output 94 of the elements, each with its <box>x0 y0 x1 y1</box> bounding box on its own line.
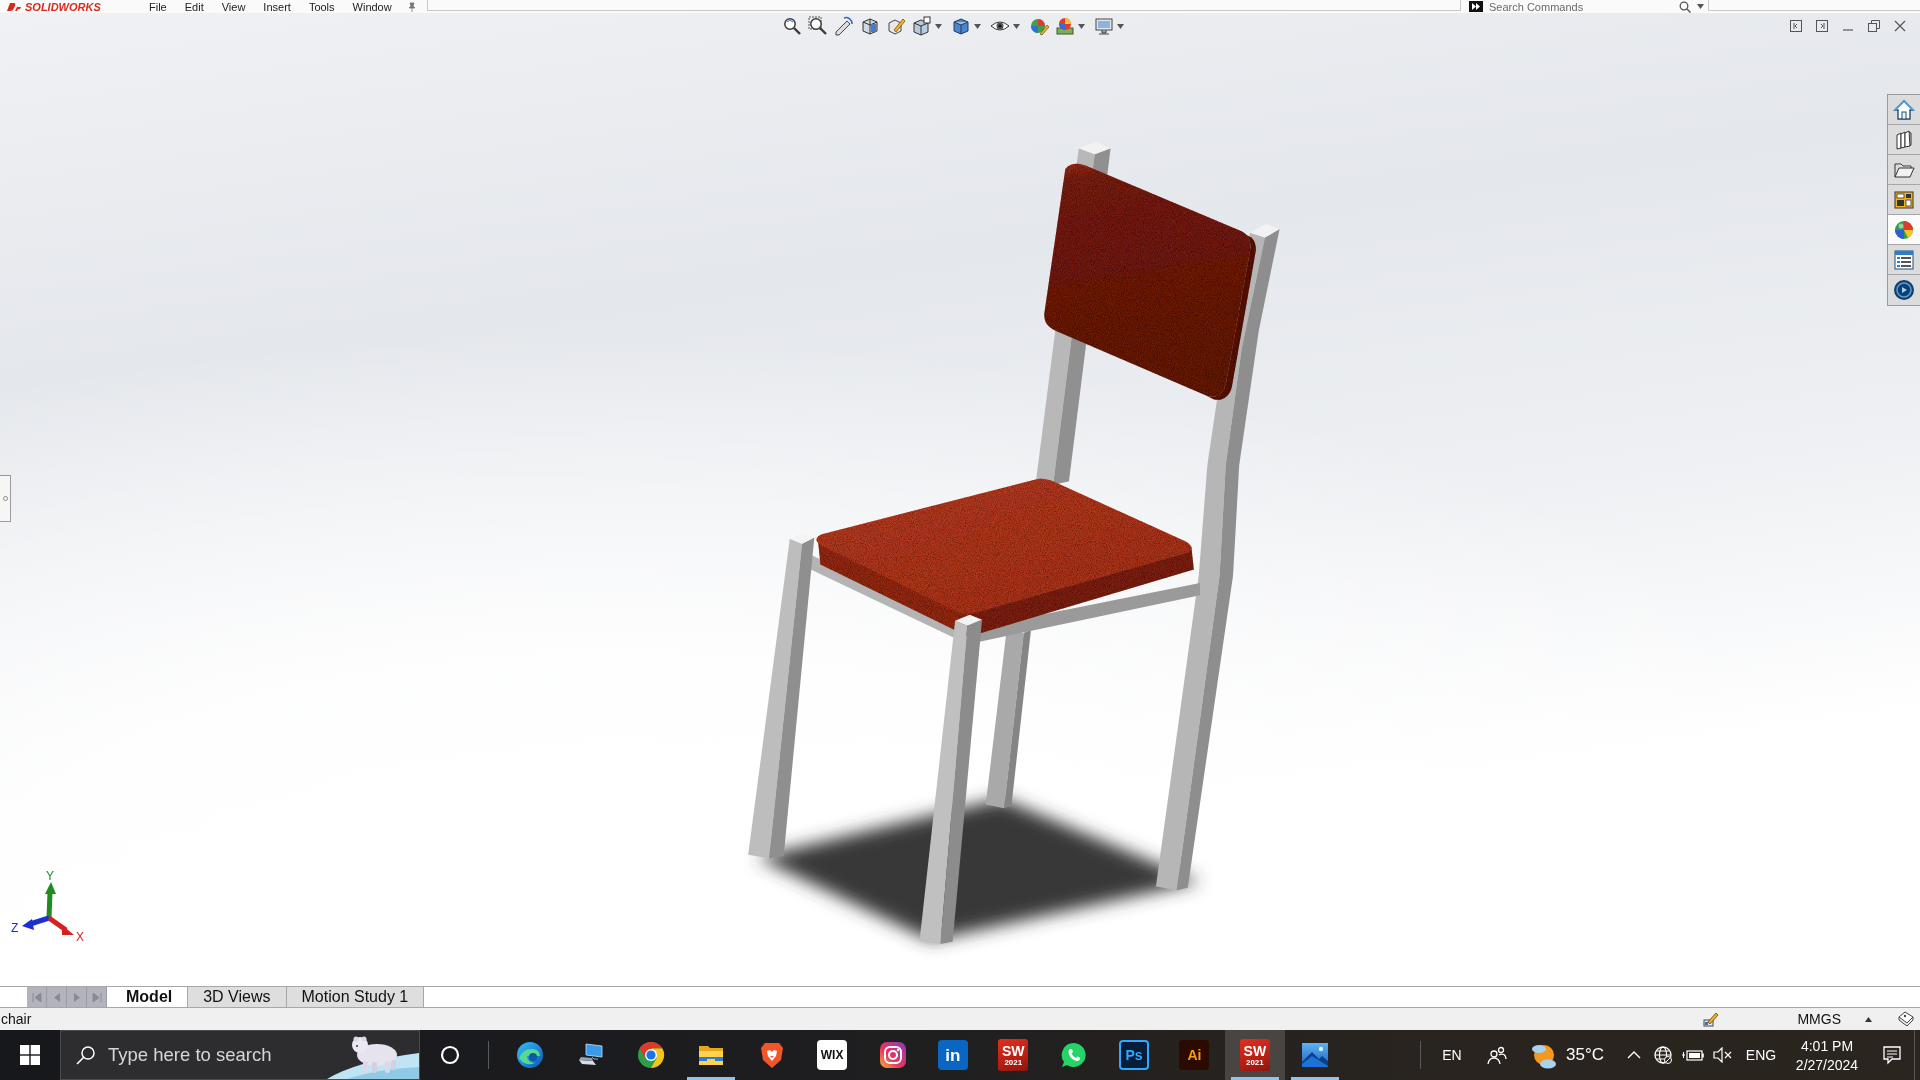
panel-left-icon[interactable] <box>1788 18 1804 34</box>
task-pane-tab[interactable] <box>1888 185 1920 215</box>
battery-icon <box>1682 1048 1704 1062</box>
taskbar-search-field[interactable]: Type here to search <box>60 1030 420 1080</box>
cube-icon[interactable] <box>951 16 971 36</box>
caret-up-icon[interactable] <box>1865 1016 1872 1022</box>
windows-logo-icon <box>20 1045 40 1065</box>
taskbar-app-button[interactable]: Ps <box>1103 1030 1165 1080</box>
magnifier-icon[interactable] <box>782 16 802 36</box>
task-pane-tab[interactable] <box>1888 245 1920 275</box>
taskbar-app-button[interactable]: SW 2021 <box>983 1030 1044 1080</box>
taskbar-app-button[interactable]: Ai <box>1164 1030 1225 1080</box>
people-icon <box>1487 1045 1507 1065</box>
caret-down-icon[interactable] <box>1697 4 1704 9</box>
message-icon <box>1882 1045 1902 1065</box>
color-ball-icon <box>1893 218 1915 241</box>
segmented-circle-icon <box>635 1040 666 1070</box>
logo-text: SW <box>1002 1043 1025 1058</box>
document-name: chair <box>0 1011 32 1027</box>
task-pane-tab[interactable] <box>1888 215 1920 245</box>
menu-item[interactable]: File <box>140 0 176 13</box>
caret-down-icon[interactable] <box>1013 23 1020 29</box>
menu-item[interactable]: Insert <box>254 0 300 13</box>
panel-right-icon[interactable] <box>1814 18 1830 34</box>
axis-label: Z <box>11 921 19 935</box>
monitor-icon[interactable] <box>1094 16 1114 36</box>
small-ring-icon <box>2 496 8 501</box>
taskbar-app-button[interactable]: SW 2021 <box>1224 1030 1286 1080</box>
task-pane-tab[interactable] <box>1888 125 1920 155</box>
menu-item[interactable]: Window <box>343 0 401 13</box>
clock-date: 2/27/2024 <box>1795 1056 1859 1073</box>
task-pane-tab[interactable] <box>1888 275 1920 305</box>
menu-item[interactable]: Tools <box>299 0 344 13</box>
app-logo: Ps <box>1119 1040 1150 1070</box>
axis-label: X <box>76 930 84 944</box>
stacked-cube-icon[interactable] <box>912 16 932 36</box>
caret-down-icon[interactable] <box>974 23 981 29</box>
caret-down-icon[interactable] <box>1117 23 1124 29</box>
language-button[interactable]: EN <box>1432 1030 1472 1080</box>
search-icon <box>76 1045 96 1065</box>
search-input[interactable]: Type here to search <box>108 1044 322 1066</box>
section-cube-icon[interactable] <box>860 16 880 36</box>
skip-end-icon <box>91 992 102 1002</box>
home-icon <box>1893 98 1915 121</box>
pencil-cube-icon[interactable] <box>886 16 906 36</box>
layout-grid-icon <box>1893 188 1915 211</box>
list-icon <box>1893 248 1915 271</box>
logo-text: SW <box>1243 1043 1267 1058</box>
pin-icon[interactable] <box>406 1 417 12</box>
skip-start-icon <box>31 992 42 1002</box>
play-disc-icon <box>1893 279 1915 301</box>
input-language-button[interactable]: ENG <box>1738 1030 1784 1080</box>
camera-icon <box>877 1040 908 1070</box>
expand-icon[interactable] <box>1469 1 1483 12</box>
app-logo: Ai <box>1179 1040 1210 1070</box>
app-logo: WIX <box>817 1040 848 1070</box>
document-tab[interactable]: 3D Views <box>188 987 287 1007</box>
color-ball-pencil-icon[interactable] <box>1029 16 1049 36</box>
axis-label: Y <box>46 869 54 883</box>
menu-item[interactable]: Edit <box>175 0 213 13</box>
close-icon[interactable] <box>1892 18 1908 34</box>
logo-mark-icon <box>6 1 22 12</box>
mountain-picture-icon <box>1300 1040 1331 1070</box>
pencil-arrow-icon[interactable] <box>834 16 854 36</box>
globe-icon <box>1653 1045 1673 1065</box>
caret-down-icon[interactable] <box>1078 23 1085 29</box>
weather-button[interactable]: 35°C <box>1522 1030 1610 1080</box>
units-label[interactable]: MMGS <box>1797 1011 1841 1027</box>
taskbar-app-button[interactable]: WIX <box>801 1030 863 1080</box>
panel-handle[interactable] <box>0 475 11 522</box>
menu-item[interactable]: View <box>212 0 255 13</box>
wave-logo-icon <box>515 1040 546 1070</box>
speaker-muted-icon <box>1713 1047 1733 1063</box>
app-logo: in <box>937 1040 968 1070</box>
magnifier-box-icon[interactable] <box>808 16 828 36</box>
scene-ball-icon[interactable] <box>1055 16 1075 36</box>
restore-icon[interactable] <box>1866 18 1882 34</box>
triangle-right-icon <box>71 992 82 1002</box>
app-logo-text: SOLIDWORKS <box>25 0 101 13</box>
logo-year-text: 2021 <box>1245 1058 1264 1067</box>
document-tab[interactable]: Motion Study 1 <box>286 987 425 1007</box>
caret-down-icon[interactable] <box>935 23 942 29</box>
logo-year-text: 2021 <box>1004 1058 1023 1067</box>
tag-icon[interactable] <box>1898 1011 1914 1027</box>
search-icon[interactable] <box>1679 0 1691 13</box>
clock-button[interactable]: 4:01 PM 2/27/2024 <box>1788 1030 1866 1080</box>
pencil-icon[interactable] <box>1703 1011 1720 1027</box>
ring-icon <box>440 1045 460 1065</box>
chevron-up-icon <box>1627 1051 1641 1059</box>
triangle-left-icon <box>51 992 62 1002</box>
search-commands-field[interactable]: Search Commands <box>1489 0 1679 13</box>
taskbar-app-button[interactable]: in <box>922 1030 984 1080</box>
clock-time: 4:01 PM <box>1800 1037 1854 1054</box>
books-icon <box>1893 128 1915 151</box>
